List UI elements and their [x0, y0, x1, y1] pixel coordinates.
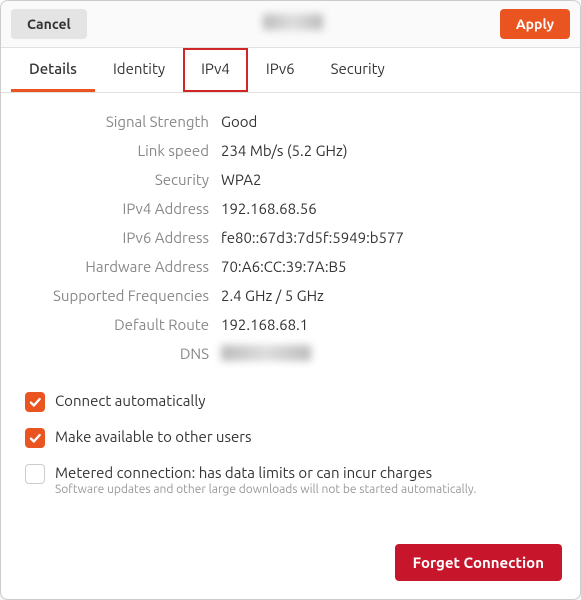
link-speed-label: Link speed [19, 142, 209, 159]
tab-details[interactable]: Details [11, 48, 95, 92]
options-section: Connect automatically Make available to … [19, 392, 562, 496]
tab-ipv4[interactable]: IPv4 [183, 48, 248, 92]
dialog-footer: Forget Connection [1, 544, 580, 599]
ipv6-address-label: IPv6 Address [19, 229, 209, 246]
dns-value [221, 345, 562, 364]
connect-automatically-row: Connect automatically [25, 392, 562, 412]
content-area: Signal Strength Good Link speed 234 Mb/s… [1, 93, 580, 544]
hardware-address-label: Hardware Address [19, 258, 209, 275]
security-value: WPA2 [221, 171, 562, 188]
network-settings-dialog: Cancel Apply Details Identity IPv4 IPv6 … [0, 0, 581, 600]
cancel-button[interactable]: Cancel [11, 9, 87, 39]
supported-frequencies-value: 2.4 GHz / 5 GHz [221, 287, 562, 304]
default-route-label: Default Route [19, 316, 209, 333]
tab-ipv6[interactable]: IPv6 [248, 48, 313, 92]
check-icon [28, 395, 42, 409]
metered-connection-sublabel: Software updates and other large downloa… [55, 483, 476, 496]
ipv6-address-value: fe80::67d3:7d5f:5949:b577 [221, 229, 562, 246]
metered-connection-row: Metered connection: has data limits or c… [25, 464, 562, 496]
metered-connection-checkbox[interactable] [25, 464, 45, 484]
dns-label: DNS [19, 345, 209, 364]
check-icon [28, 431, 42, 445]
security-label: Security [19, 171, 209, 188]
signal-strength-value: Good [221, 113, 562, 130]
details-grid: Signal Strength Good Link speed 234 Mb/s… [19, 113, 562, 364]
tab-identity[interactable]: Identity [95, 48, 183, 92]
apply-button[interactable]: Apply [500, 9, 570, 39]
ipv4-address-label: IPv4 Address [19, 200, 209, 217]
dialog-header: Cancel Apply [1, 1, 580, 48]
make-available-label: Make available to other users [55, 428, 252, 445]
make-available-checkbox[interactable] [25, 428, 45, 448]
connect-automatically-label: Connect automatically [55, 392, 206, 409]
connect-automatically-checkbox[interactable] [25, 392, 45, 412]
supported-frequencies-label: Supported Frequencies [19, 287, 209, 304]
tab-bar: Details Identity IPv4 IPv6 Security [1, 48, 580, 93]
link-speed-value: 234 Mb/s (5.2 GHz) [221, 142, 562, 159]
default-route-value: 192.168.68.1 [221, 316, 562, 333]
metered-connection-label: Metered connection: has data limits or c… [55, 464, 476, 481]
dialog-title [87, 14, 500, 34]
tab-security[interactable]: Security [313, 48, 403, 92]
ipv4-address-value: 192.168.68.56 [221, 200, 562, 217]
signal-strength-label: Signal Strength [19, 113, 209, 130]
make-available-row: Make available to other users [25, 428, 562, 448]
hardware-address-value: 70:A6:CC:39:7A:B5 [221, 258, 562, 275]
forget-connection-button[interactable]: Forget Connection [395, 544, 562, 581]
